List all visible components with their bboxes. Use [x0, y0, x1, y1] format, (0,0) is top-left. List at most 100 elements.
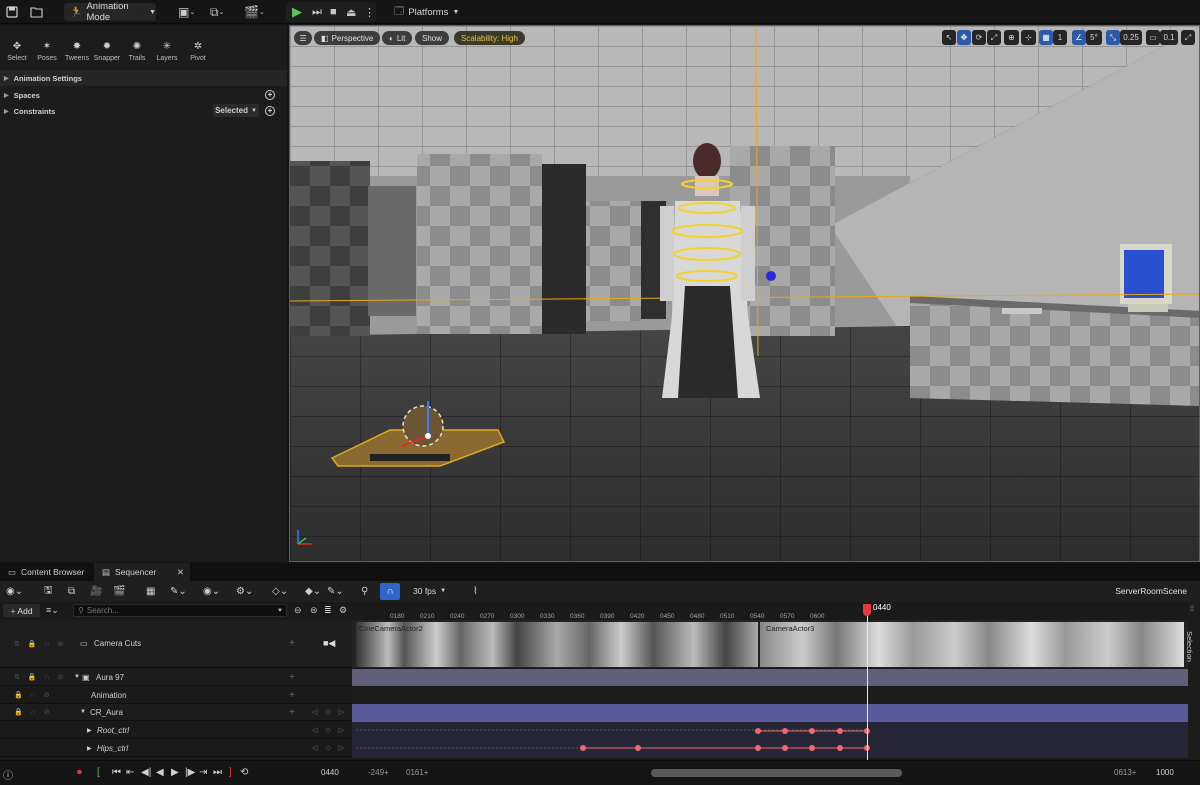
- key-nav-icons[interactable]: ◁ ◇ ▷: [312, 726, 347, 734]
- keyframe[interactable]: [837, 745, 843, 751]
- section-animation-settings[interactable]: ▶ Animation Settings: [0, 70, 287, 86]
- tab-sequencer[interactable]: ▤ Sequencer ✕: [94, 563, 190, 581]
- scale-snap-icon[interactable]: ⤡: [1106, 30, 1120, 45]
- brush-icon[interactable]: ✎⌄: [327, 584, 344, 598]
- lock-icons[interactable]: 🔒 ∩ ⊘: [14, 691, 53, 699]
- close-icon[interactable]: ✕: [177, 567, 184, 578]
- camera-lock-icon[interactable]: ■◀: [323, 638, 335, 649]
- scale-snap-value[interactable]: 0.25: [1120, 30, 1142, 45]
- play-forward-icon[interactable]: ▶: [171, 767, 179, 778]
- add-section-icon[interactable]: +: [289, 638, 295, 649]
- pivot-tool[interactable]: ✲ Pivot: [183, 41, 213, 62]
- grid-snap-value[interactable]: 1: [1053, 30, 1067, 45]
- save-icon[interactable]: [6, 4, 18, 20]
- add-section-icon[interactable]: +: [289, 672, 295, 683]
- playhead-handle[interactable]: [863, 604, 871, 616]
- add-section-icon[interactable]: +: [289, 690, 295, 701]
- playhead-line[interactable]: [867, 610, 868, 760]
- add-track-button[interactable]: + Add: [3, 604, 40, 617]
- platforms-dropdown[interactable]: 🗔 Platforms ▼: [390, 3, 463, 21]
- record-icon[interactable]: ⏺: [77, 767, 82, 778]
- keyframe[interactable]: [782, 745, 788, 751]
- maximize-viewport-icon[interactable]: ⤢: [1181, 30, 1195, 45]
- snapper-tool[interactable]: ✹ Snapper: [92, 41, 122, 62]
- lock-icons[interactable]: ⇅ 🔒 ∩ ⊘: [14, 640, 66, 648]
- rotate-icon[interactable]: ⟳: [972, 30, 986, 45]
- add-space-icon[interactable]: +: [265, 90, 275, 100]
- marker-icon[interactable]: ⚲: [361, 584, 368, 598]
- cinematics-icon[interactable]: 🎬 ⌄: [244, 4, 265, 20]
- expand-arrow-icon[interactable]: ▼: [74, 674, 80, 680]
- play-end-field[interactable]: 0613+: [1114, 768, 1136, 777]
- current-frame-field[interactable]: 0440: [321, 768, 339, 777]
- blueprint-icon[interactable]: ⧉ ⌄: [210, 4, 224, 20]
- select-mode-icon[interactable]: ↖: [942, 30, 956, 45]
- range-start-icon[interactable]: [: [97, 767, 100, 778]
- track-search-input[interactable]: ⚲ Search... ▼: [73, 604, 287, 617]
- key-nav-icons[interactable]: ◁ ◇ ▷: [312, 744, 347, 752]
- world-icon[interactable]: ◉⌄: [6, 584, 23, 598]
- track-hips-ctrl[interactable]: ▶ Hips_ctrl ◁ ◇ ▷: [0, 740, 352, 757]
- level-viewport[interactable]: ☰ ◧ Perspective ◐ Lit Show Scalability: Hi…: [289, 25, 1200, 562]
- curve-editor-icon[interactable]: ⌇: [473, 584, 478, 598]
- layers-tool[interactable]: ✳ Layers: [152, 41, 182, 62]
- eject-icon[interactable]: ⏏: [346, 4, 356, 20]
- step-frame-icon[interactable]: ⏭: [312, 4, 322, 20]
- view-end-field[interactable]: 1000: [1156, 768, 1174, 777]
- keyframe[interactable]: [809, 728, 815, 734]
- more-options-icon[interactable]: ⋮: [364, 4, 375, 20]
- play-start-field[interactable]: 0161+: [406, 768, 428, 777]
- add-actor-icon[interactable]: ▣ ⌄: [178, 4, 195, 20]
- content-browser-icon[interactable]: [30, 4, 43, 20]
- auto-key-icon[interactable]: ◆⌄: [305, 584, 321, 598]
- keyframe[interactable]: [755, 728, 761, 734]
- keyframe[interactable]: [635, 745, 641, 751]
- toggle-row-icon[interactable]: ⊜: [310, 605, 318, 616]
- world-space-icon[interactable]: ⊕: [1004, 30, 1019, 45]
- track-root-ctrl[interactable]: ▶ Root_ctrl ◁ ◇ ▷: [0, 722, 352, 739]
- toggle-icon[interactable]: ⊖: [294, 605, 302, 616]
- section-constraints[interactable]: ▶ Constraints Selected ▼ +: [0, 103, 287, 119]
- fps-dropdown[interactable]: 30 fps ▼: [413, 584, 446, 598]
- rotation-snap-icon[interactable]: ∠: [1072, 30, 1086, 45]
- expand-arrow-icon[interactable]: ▶: [87, 745, 92, 752]
- grid-icon[interactable]: ▦: [146, 584, 155, 598]
- surface-snap-icon[interactable]: ⊹: [1021, 30, 1036, 45]
- lock-icons[interactable]: ⇅ 🔒 ∩ ⊘: [14, 673, 66, 681]
- scale-icon[interactable]: ⤢: [987, 30, 1001, 45]
- lit-button[interactable]: ◐ Lit: [382, 31, 413, 45]
- keyframe[interactable]: [755, 745, 761, 751]
- timeline-scrollbar[interactable]: [651, 769, 902, 777]
- keyframe[interactable]: [809, 745, 815, 751]
- loop-icon[interactable]: ⟲: [240, 767, 248, 778]
- track-aura-97[interactable]: ⇅ 🔒 ∩ ⊘ ▼ ▣ Aura 97 +: [0, 669, 352, 686]
- play-icon[interactable]: ▶: [292, 4, 302, 20]
- jump-end-icon[interactable]: ⏭: [213, 767, 222, 778]
- keyframe[interactable]: [580, 745, 586, 751]
- next-frame-icon[interactable]: |▶: [185, 767, 195, 778]
- track-cr-aura[interactable]: 🔒 ∩ ⊘ ▼ CR_Aura + ◁ ◇ ▷: [0, 704, 352, 721]
- expand-arrow-icon[interactable]: ▶: [87, 727, 92, 734]
- camera-speed-value[interactable]: 0.1: [1160, 30, 1178, 45]
- view-start-field[interactable]: -249+: [368, 768, 389, 777]
- timeline-area[interactable]: 0180 0210 0240 0270 0300 0330 0360 0390 0420 0450…: [352, 602, 1188, 760]
- prev-frame-icon[interactable]: ◀|: [141, 767, 151, 778]
- keyframe[interactable]: [782, 728, 788, 734]
- tweens-tool[interactable]: ✸ Tweens: [62, 41, 92, 62]
- track-camera-cuts[interactable]: ⇅ 🔒 ∩ ⊘ ▭ Camera Cuts + ■◀: [0, 620, 352, 668]
- stop-icon[interactable]: ■: [330, 4, 337, 20]
- camera-speed-icon[interactable]: ▭: [1146, 30, 1160, 45]
- snap-magnet-icon[interactable]: ∩: [380, 583, 400, 600]
- add-section-icon[interactable]: +: [289, 707, 295, 718]
- constraints-filter-dropdown[interactable]: Selected ▼: [213, 104, 259, 117]
- lock-icons[interactable]: 🔒 ∩ ⊘: [14, 708, 53, 716]
- list-icon[interactable]: ≣: [324, 605, 332, 616]
- poses-tool[interactable]: ✶ Poses: [32, 41, 62, 62]
- tools-icon[interactable]: ✎⌄: [170, 584, 187, 598]
- grid-snap-icon[interactable]: ▦: [1039, 30, 1053, 45]
- key-icon[interactable]: ◇⌄: [272, 584, 288, 598]
- settings-icon[interactable]: ⚙: [339, 605, 347, 616]
- selection-side-tab[interactable]: ⁞⁞ Selection: [1185, 602, 1200, 760]
- viewport-menu-button[interactable]: ☰: [294, 31, 312, 45]
- select-tool[interactable]: ✥ Select: [2, 41, 32, 62]
